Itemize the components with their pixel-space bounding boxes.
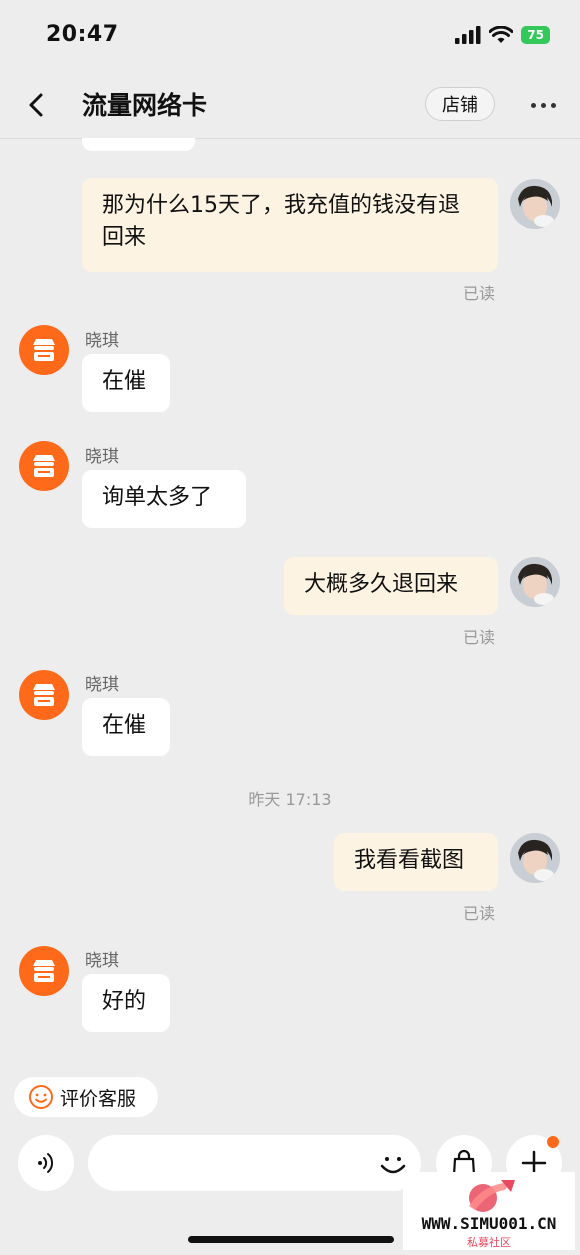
previous-message-bubble bbox=[82, 138, 195, 151]
message-bubble-mine[interactable]: 我看看截图 bbox=[334, 833, 498, 891]
more-dots-icon bbox=[530, 102, 536, 108]
smiley-icon bbox=[29, 1085, 53, 1109]
message-input[interactable] bbox=[88, 1135, 421, 1191]
status-icons: 75 bbox=[455, 26, 550, 44]
shop-avatar[interactable] bbox=[19, 670, 69, 720]
watermark-domain: WWW.SIMU001.CN bbox=[421, 1214, 557, 1233]
shop-avatar[interactable] bbox=[19, 325, 69, 375]
more-dot bbox=[540, 102, 546, 108]
message-bubble-mine[interactable]: 那为什么15天了，我充值的钱没有退回来 bbox=[82, 178, 498, 272]
store-icon bbox=[33, 455, 55, 477]
sender-name: 晓琪 bbox=[85, 951, 119, 971]
signal-icon bbox=[455, 26, 481, 44]
rate-service-button[interactable]: 评价客服 bbox=[14, 1077, 158, 1117]
rate-service-label: 评价客服 bbox=[60, 1087, 137, 1110]
my-avatar[interactable] bbox=[510, 833, 560, 883]
chevron-left-icon bbox=[29, 93, 43, 117]
shop-button[interactable]: 店铺 bbox=[425, 87, 495, 121]
user-avatar-icon bbox=[510, 833, 560, 883]
message-bubble-other[interactable]: 询单太多了 bbox=[82, 470, 246, 528]
shop-avatar[interactable] bbox=[19, 441, 69, 491]
voice-button[interactable] bbox=[18, 1135, 74, 1191]
store-icon bbox=[33, 339, 55, 361]
my-avatar[interactable] bbox=[510, 557, 560, 607]
watermark-subtitle: 私募社区 bbox=[467, 1236, 511, 1249]
shop-avatar[interactable] bbox=[19, 946, 69, 996]
back-button[interactable] bbox=[20, 88, 54, 122]
user-avatar-icon bbox=[510, 557, 560, 607]
watermark: WWW.SIMU001.CN 私募社区 bbox=[403, 1172, 575, 1250]
status-time: 20:47 bbox=[46, 22, 119, 47]
read-status: 已读 bbox=[463, 628, 496, 647]
home-indicator[interactable] bbox=[188, 1236, 394, 1243]
message-bubble-mine[interactable]: 大概多久退回来 bbox=[284, 557, 498, 615]
message-bubble-other[interactable]: 在催 bbox=[82, 354, 170, 412]
sender-name: 晓琪 bbox=[85, 331, 119, 351]
sender-name: 晓琪 bbox=[85, 675, 119, 695]
read-status: 已读 bbox=[463, 284, 496, 303]
message-bubble-other[interactable]: 在催 bbox=[82, 698, 170, 756]
read-status: 已读 bbox=[463, 904, 496, 923]
chat-header: 流量网络卡 店铺 bbox=[0, 70, 580, 139]
store-icon bbox=[33, 960, 55, 982]
notification-dot bbox=[547, 1136, 559, 1148]
message-bubble-other[interactable]: 好的 bbox=[82, 974, 170, 1032]
user-avatar-icon bbox=[510, 179, 560, 229]
voice-icon bbox=[38, 1153, 54, 1173]
more-dot bbox=[550, 102, 556, 108]
battery-indicator: 75 bbox=[521, 26, 550, 44]
sender-name: 晓琪 bbox=[85, 447, 119, 467]
watermark-logo-icon bbox=[469, 1180, 515, 1212]
time-separator: 昨天 17:13 bbox=[248, 790, 332, 809]
wifi-icon bbox=[489, 26, 514, 43]
store-icon bbox=[33, 684, 55, 706]
more-button[interactable] bbox=[526, 88, 560, 122]
my-avatar[interactable] bbox=[510, 179, 560, 229]
chat-title: 流量网络卡 bbox=[82, 91, 208, 120]
